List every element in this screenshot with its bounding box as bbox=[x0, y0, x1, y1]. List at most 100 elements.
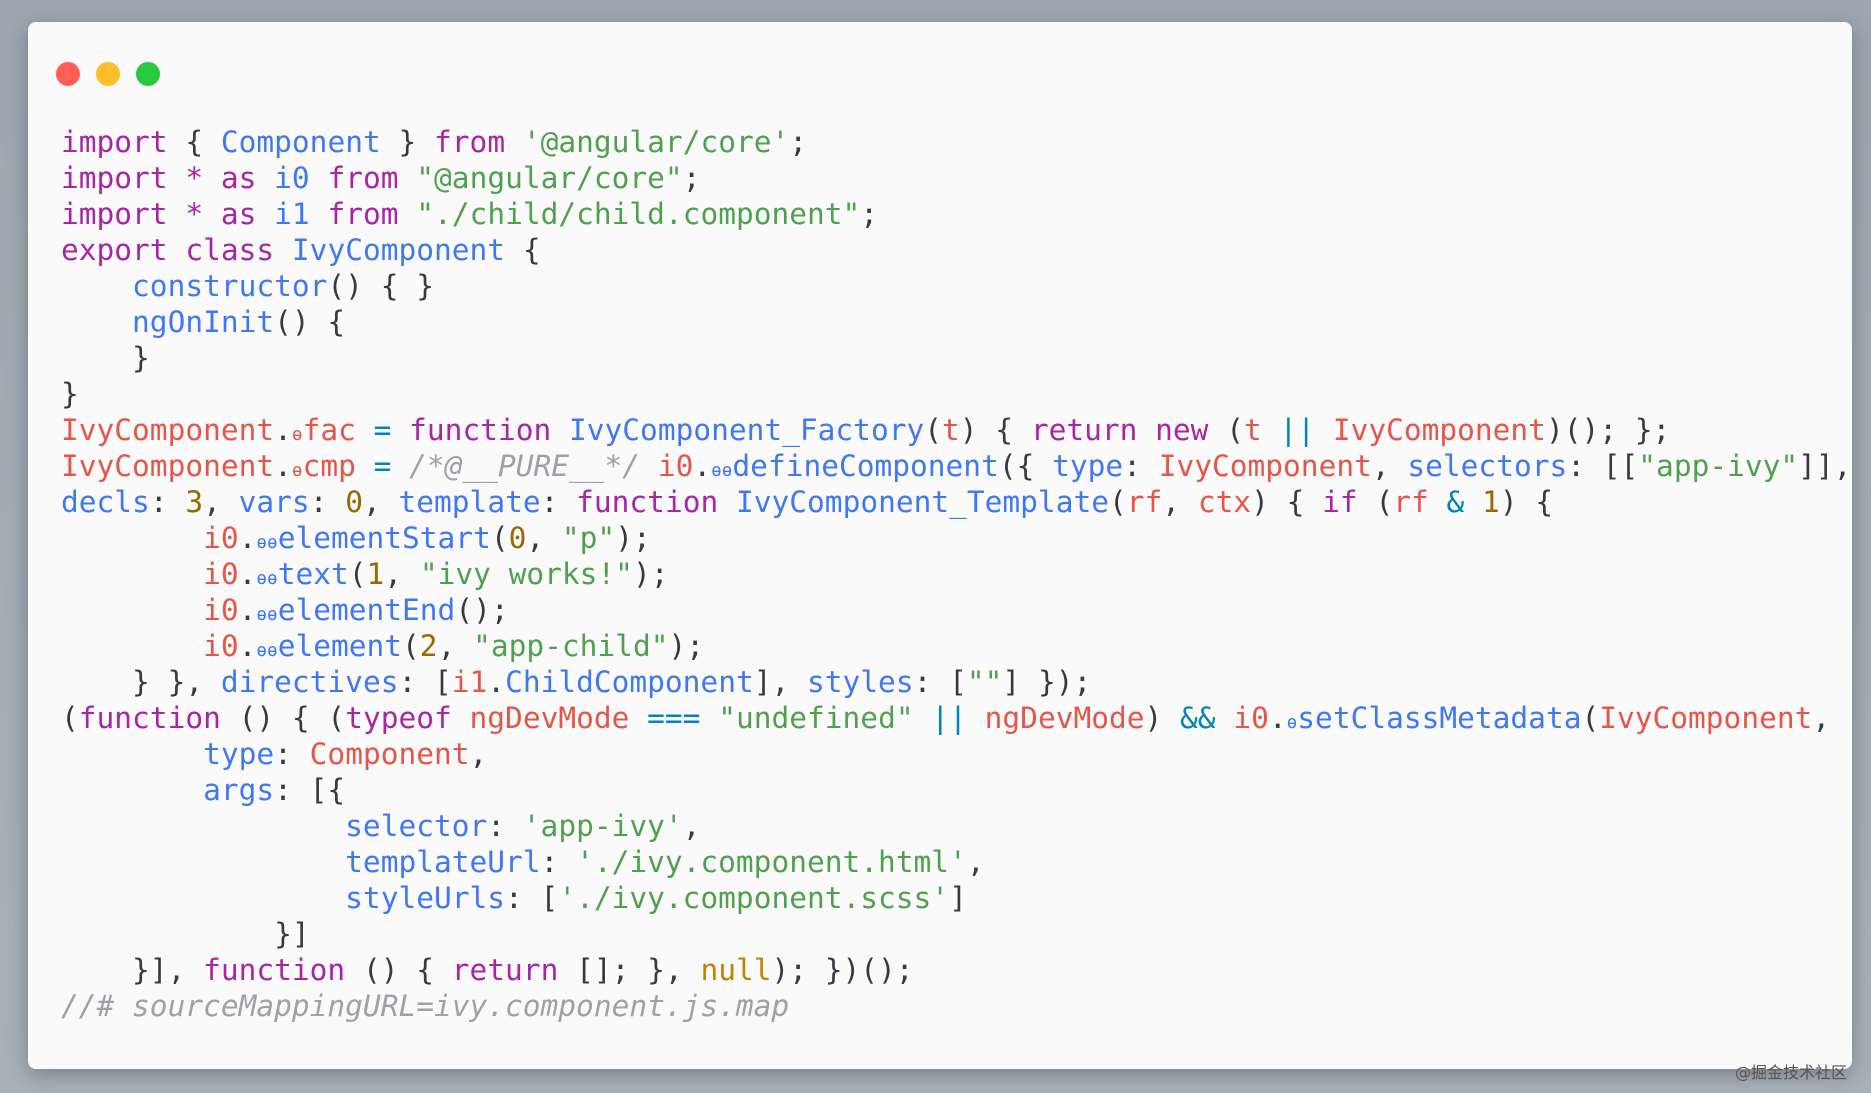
code-token: : bbox=[309, 485, 346, 519]
code-token: export bbox=[61, 233, 168, 267]
code-token: "./child/child.component" bbox=[416, 197, 861, 231]
code-token: setClassMetadata bbox=[1297, 701, 1582, 735]
code-token: , [{ bbox=[1812, 701, 1852, 735]
code-token: : [ bbox=[505, 881, 559, 915]
code-token: decls bbox=[61, 485, 150, 519]
code-token: 2 bbox=[419, 629, 438, 663]
code-token: ɵɵ bbox=[711, 461, 733, 481]
code-token: type bbox=[1052, 449, 1124, 483]
code-token: templateUrl bbox=[345, 845, 541, 879]
code-line: IvyComponent.ɵcmp = /*@__PURE__*/ i0.ɵɵd… bbox=[61, 448, 1852, 484]
maximize-button[interactable] bbox=[136, 62, 160, 86]
code-token: type bbox=[203, 737, 275, 771]
code-token: typeof bbox=[345, 701, 452, 735]
code-token: as bbox=[220, 197, 257, 231]
code-token: text bbox=[277, 557, 349, 591]
minimize-button[interactable] bbox=[96, 62, 120, 86]
code-line: import * as i1 from "./child/child.compo… bbox=[61, 196, 1852, 232]
watermark: @掘金技术社区 bbox=[1734, 1063, 1847, 1082]
code-line: i0.ɵɵelementEnd(); bbox=[61, 592, 1852, 628]
code-token: ); bbox=[632, 557, 669, 591]
code-token: ) bbox=[1144, 701, 1181, 735]
code-token: selector bbox=[345, 809, 488, 843]
code-token: defineComponent bbox=[732, 449, 999, 483]
code-token: IvyComponent bbox=[61, 449, 275, 483]
code-token: , bbox=[526, 521, 562, 555]
code-token: : bbox=[540, 845, 577, 879]
code-line: export class IvyComponent { bbox=[61, 232, 1852, 268]
code-token: { bbox=[505, 233, 541, 267]
code-token: ; bbox=[682, 161, 701, 195]
code-token: ɵ bbox=[291, 425, 303, 445]
code-token: cmp bbox=[302, 449, 356, 483]
code-token: : bbox=[540, 485, 577, 519]
code-token: ɵɵ bbox=[256, 641, 278, 661]
code-block: import { Component } from '@angular/core… bbox=[61, 124, 1852, 1024]
code-token: , bbox=[682, 809, 701, 843]
code-token: function bbox=[78, 701, 221, 735]
code-token: vars bbox=[238, 485, 310, 519]
code-token: styles bbox=[807, 665, 914, 699]
code-token: IvyComponent bbox=[1158, 449, 1372, 483]
code-token: ( bbox=[61, 701, 79, 735]
code-token: (); bbox=[455, 593, 509, 627]
code-token: IvyComponent bbox=[1332, 413, 1546, 447]
code-token: 0 bbox=[508, 521, 527, 555]
code-token: []; }, bbox=[558, 953, 701, 987]
code-line: templateUrl: './ivy.component.html', bbox=[61, 844, 1852, 880]
code-token: rf bbox=[1126, 485, 1163, 519]
code-token: from bbox=[327, 197, 399, 231]
code-token: . bbox=[238, 629, 257, 663]
code-token: ); })(); bbox=[771, 953, 914, 987]
code-token: ); bbox=[668, 629, 704, 663]
code-token: directives bbox=[220, 665, 399, 699]
code-token: selectors bbox=[1407, 449, 1568, 483]
code-token: ] bbox=[949, 881, 967, 915]
code-token: t bbox=[942, 413, 960, 447]
code-line: i0.ɵɵelement(2, "app-child"); bbox=[61, 628, 1852, 664]
code-token: : [ bbox=[913, 665, 967, 699]
code-token: : bbox=[274, 737, 310, 771]
code-line: styleUrls: ['./ivy.component.scss'] bbox=[61, 880, 1852, 916]
code-token: "" bbox=[966, 665, 1003, 699]
code-token: () { ( bbox=[220, 701, 346, 735]
code-token: styleUrls bbox=[345, 881, 506, 915]
code-token: || bbox=[1279, 413, 1316, 447]
code-token: ( bbox=[1108, 485, 1127, 519]
code-token: import bbox=[61, 161, 168, 195]
code-token: ɵɵ bbox=[256, 569, 278, 589]
code-token: : [{ bbox=[274, 773, 346, 807]
code-token: "ivy works!" bbox=[419, 557, 633, 591]
code-token: return bbox=[451, 953, 559, 987]
code-token: ctx bbox=[1197, 485, 1252, 519]
code-token: === bbox=[647, 701, 701, 735]
code-token: elementEnd bbox=[277, 593, 456, 627]
code-token: i0 bbox=[203, 593, 239, 627]
code-token: constructor bbox=[132, 269, 328, 303]
code-token: } bbox=[380, 125, 435, 159]
code-token: IvyComponent_Template bbox=[736, 485, 1109, 519]
code-line: import * as i0 from "@angular/core"; bbox=[61, 160, 1852, 196]
code-line: } bbox=[61, 376, 1852, 412]
code-line: //# sourceMappingURL=ivy.component.js.ma… bbox=[61, 988, 1852, 1024]
code-token: Component bbox=[220, 125, 381, 159]
close-button[interactable] bbox=[56, 62, 80, 86]
code-token: ], bbox=[753, 665, 808, 699]
code-token: i1 bbox=[274, 197, 310, 231]
